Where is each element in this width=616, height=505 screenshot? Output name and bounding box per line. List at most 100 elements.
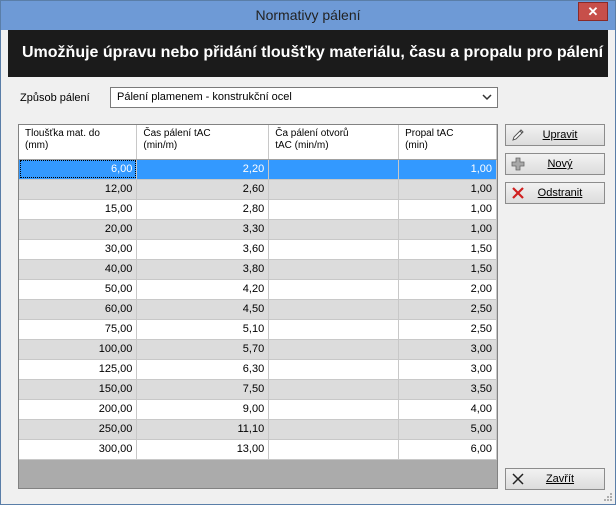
table-cell[interactable]: 100,00 (19, 339, 138, 360)
table-cell[interactable]: 3,00 (398, 339, 497, 360)
table-cell[interactable] (268, 319, 400, 340)
method-select-value: Pálení plamenem - konstrukční ocel (117, 91, 292, 103)
column-header-line: Tloušťka mat. do (25, 128, 100, 139)
table-cell[interactable]: 13,00 (136, 439, 270, 460)
table-row[interactable]: 15,00 2,80 1,00 (19, 199, 497, 220)
table-cell[interactable]: 15,00 (19, 199, 138, 220)
table-cell[interactable]: 150,00 (19, 379, 138, 400)
table-row[interactable]: 100,00 5,70 3,00 (19, 339, 497, 360)
table-row[interactable]: 50,00 4,20 2,00 (19, 279, 497, 300)
table-cell[interactable]: 75,00 (19, 319, 138, 340)
table-cell[interactable]: 125,00 (19, 359, 138, 380)
table-cell[interactable]: 4,00 (398, 399, 497, 420)
column-header-cut-time[interactable]: Čas pálení tAC (min/m) (136, 125, 270, 160)
table-cell[interactable]: 2,60 (136, 179, 270, 200)
table-cell[interactable]: 4,20 (136, 279, 270, 300)
table-cell[interactable]: 6,00 (398, 439, 497, 460)
table-cell[interactable]: 5,70 (136, 339, 270, 360)
dialog-window: Normativy pálení ✕ Umožňuje úpravu nebo … (0, 0, 616, 505)
table-cell[interactable]: 3,30 (136, 219, 270, 240)
table-cell[interactable]: 3,80 (136, 259, 270, 280)
table-row[interactable]: 12,00 2,60 1,00 (19, 179, 497, 200)
new-button[interactable]: Nový (505, 153, 605, 175)
resize-grip-icon[interactable] (603, 492, 613, 502)
table-cell[interactable]: 4,50 (136, 299, 270, 320)
table-cell[interactable]: 250,00 (19, 419, 138, 440)
close-button[interactable]: Zavřít (505, 468, 605, 490)
table-cell[interactable] (268, 219, 400, 240)
title-bar[interactable]: Normativy pálení ✕ (1, 1, 615, 30)
table-cell[interactable] (268, 339, 400, 360)
table-cell[interactable]: 2,00 (398, 279, 497, 300)
edit-button-label: Upravit (542, 129, 578, 141)
header-banner: Umožňuje úpravu nebo přidání tloušťky ma… (8, 30, 608, 77)
table-row[interactable]: 250,00 11,10 5,00 (19, 419, 497, 440)
banner-text: Umožňuje úpravu nebo přidání tloušťky ma… (22, 44, 604, 61)
column-header-unit: (mm) (25, 140, 49, 151)
table-row[interactable]: 75,00 5,10 2,50 (19, 319, 497, 340)
column-header-line: Ča pálení otvorů (275, 128, 349, 139)
table-cell[interactable] (268, 239, 400, 260)
table-row[interactable]: 60,00 4,50 2,50 (19, 299, 497, 320)
table-row[interactable]: 300,00 13,00 6,00 (19, 439, 497, 460)
table-cell[interactable] (268, 259, 400, 280)
table-cell[interactable] (268, 199, 400, 220)
column-header-thickness[interactable]: Tloušťka mat. do (mm) (19, 125, 138, 160)
table-row[interactable]: 6,00 2,20 1,00 (19, 159, 497, 180)
table-cell[interactable]: 6,30 (136, 359, 270, 380)
table-cell[interactable]: 2,50 (398, 319, 497, 340)
table-cell[interactable] (268, 379, 400, 400)
table-row[interactable]: 30,00 3,60 1,50 (19, 239, 497, 260)
table-row[interactable]: 125,00 6,30 3,00 (19, 359, 497, 380)
chevron-down-icon (482, 94, 492, 101)
window-close-button[interactable]: ✕ (578, 2, 608, 21)
table-cell[interactable]: 5,10 (136, 319, 270, 340)
table-cell[interactable]: 11,10 (136, 419, 270, 440)
table-row[interactable]: 200,00 9,00 4,00 (19, 399, 497, 420)
table-cell[interactable] (268, 439, 400, 460)
table-cell[interactable] (268, 279, 400, 300)
table-cell[interactable]: 12,00 (19, 179, 138, 200)
table-cell[interactable] (268, 399, 400, 420)
table-cell[interactable]: 300,00 (19, 439, 138, 460)
table-cell[interactable]: 9,00 (136, 399, 270, 420)
table-cell[interactable]: 1,00 (398, 199, 497, 220)
method-label: Způsob pálení (20, 92, 90, 104)
table-cell[interactable] (268, 359, 400, 380)
table-cell[interactable]: 2,20 (136, 159, 270, 180)
table-cell[interactable]: 7,50 (136, 379, 270, 400)
table-row[interactable]: 20,00 3,30 1,00 (19, 219, 497, 240)
table-cell[interactable]: 20,00 (19, 219, 138, 240)
column-header-hole-cut-time[interactable]: Ča pálení otvorů tAC (min/m) (268, 125, 400, 160)
table-cell[interactable]: 1,00 (398, 219, 497, 240)
table-cell[interactable]: 50,00 (19, 279, 138, 300)
table-cell[interactable]: 1,00 (398, 179, 497, 200)
table-cell[interactable]: 3,00 (398, 359, 497, 380)
method-select[interactable]: Pálení plamenem - konstrukční ocel (110, 87, 498, 108)
table-cell[interactable] (268, 159, 400, 180)
close-button-label: Zavřít (545, 473, 575, 485)
table-cell[interactable]: 30,00 (19, 239, 138, 260)
table-cell[interactable]: 1,00 (398, 159, 497, 180)
delete-button-label: Odstranit (537, 187, 583, 199)
table-cell[interactable] (268, 179, 400, 200)
table-cell[interactable]: 3,60 (136, 239, 270, 260)
table-cell[interactable]: 1,50 (398, 239, 497, 260)
table-cell[interactable]: 5,00 (398, 419, 497, 440)
table-row[interactable]: 150,00 7,50 3,50 (19, 379, 497, 400)
table-cell[interactable] (268, 299, 400, 320)
norms-grid[interactable]: Tloušťka mat. do (mm) Čas pálení tAC (min/… (18, 124, 498, 489)
table-cell[interactable]: 200,00 (19, 399, 138, 420)
table-cell[interactable]: 2,80 (136, 199, 270, 220)
table-cell[interactable]: 1,50 (398, 259, 497, 280)
table-row[interactable]: 40,00 3,80 1,50 (19, 259, 497, 280)
table-cell[interactable]: 2,50 (398, 299, 497, 320)
column-header-pierce[interactable]: Propal tAC (min) (398, 125, 497, 160)
table-cell[interactable]: 6,00 (19, 159, 138, 180)
table-cell[interactable]: 60,00 (19, 299, 138, 320)
edit-button[interactable]: Upravit (505, 124, 605, 146)
table-cell[interactable]: 3,50 (398, 379, 497, 400)
table-cell[interactable] (268, 419, 400, 440)
delete-button[interactable]: Odstranit (505, 182, 605, 204)
table-cell[interactable]: 40,00 (19, 259, 138, 280)
